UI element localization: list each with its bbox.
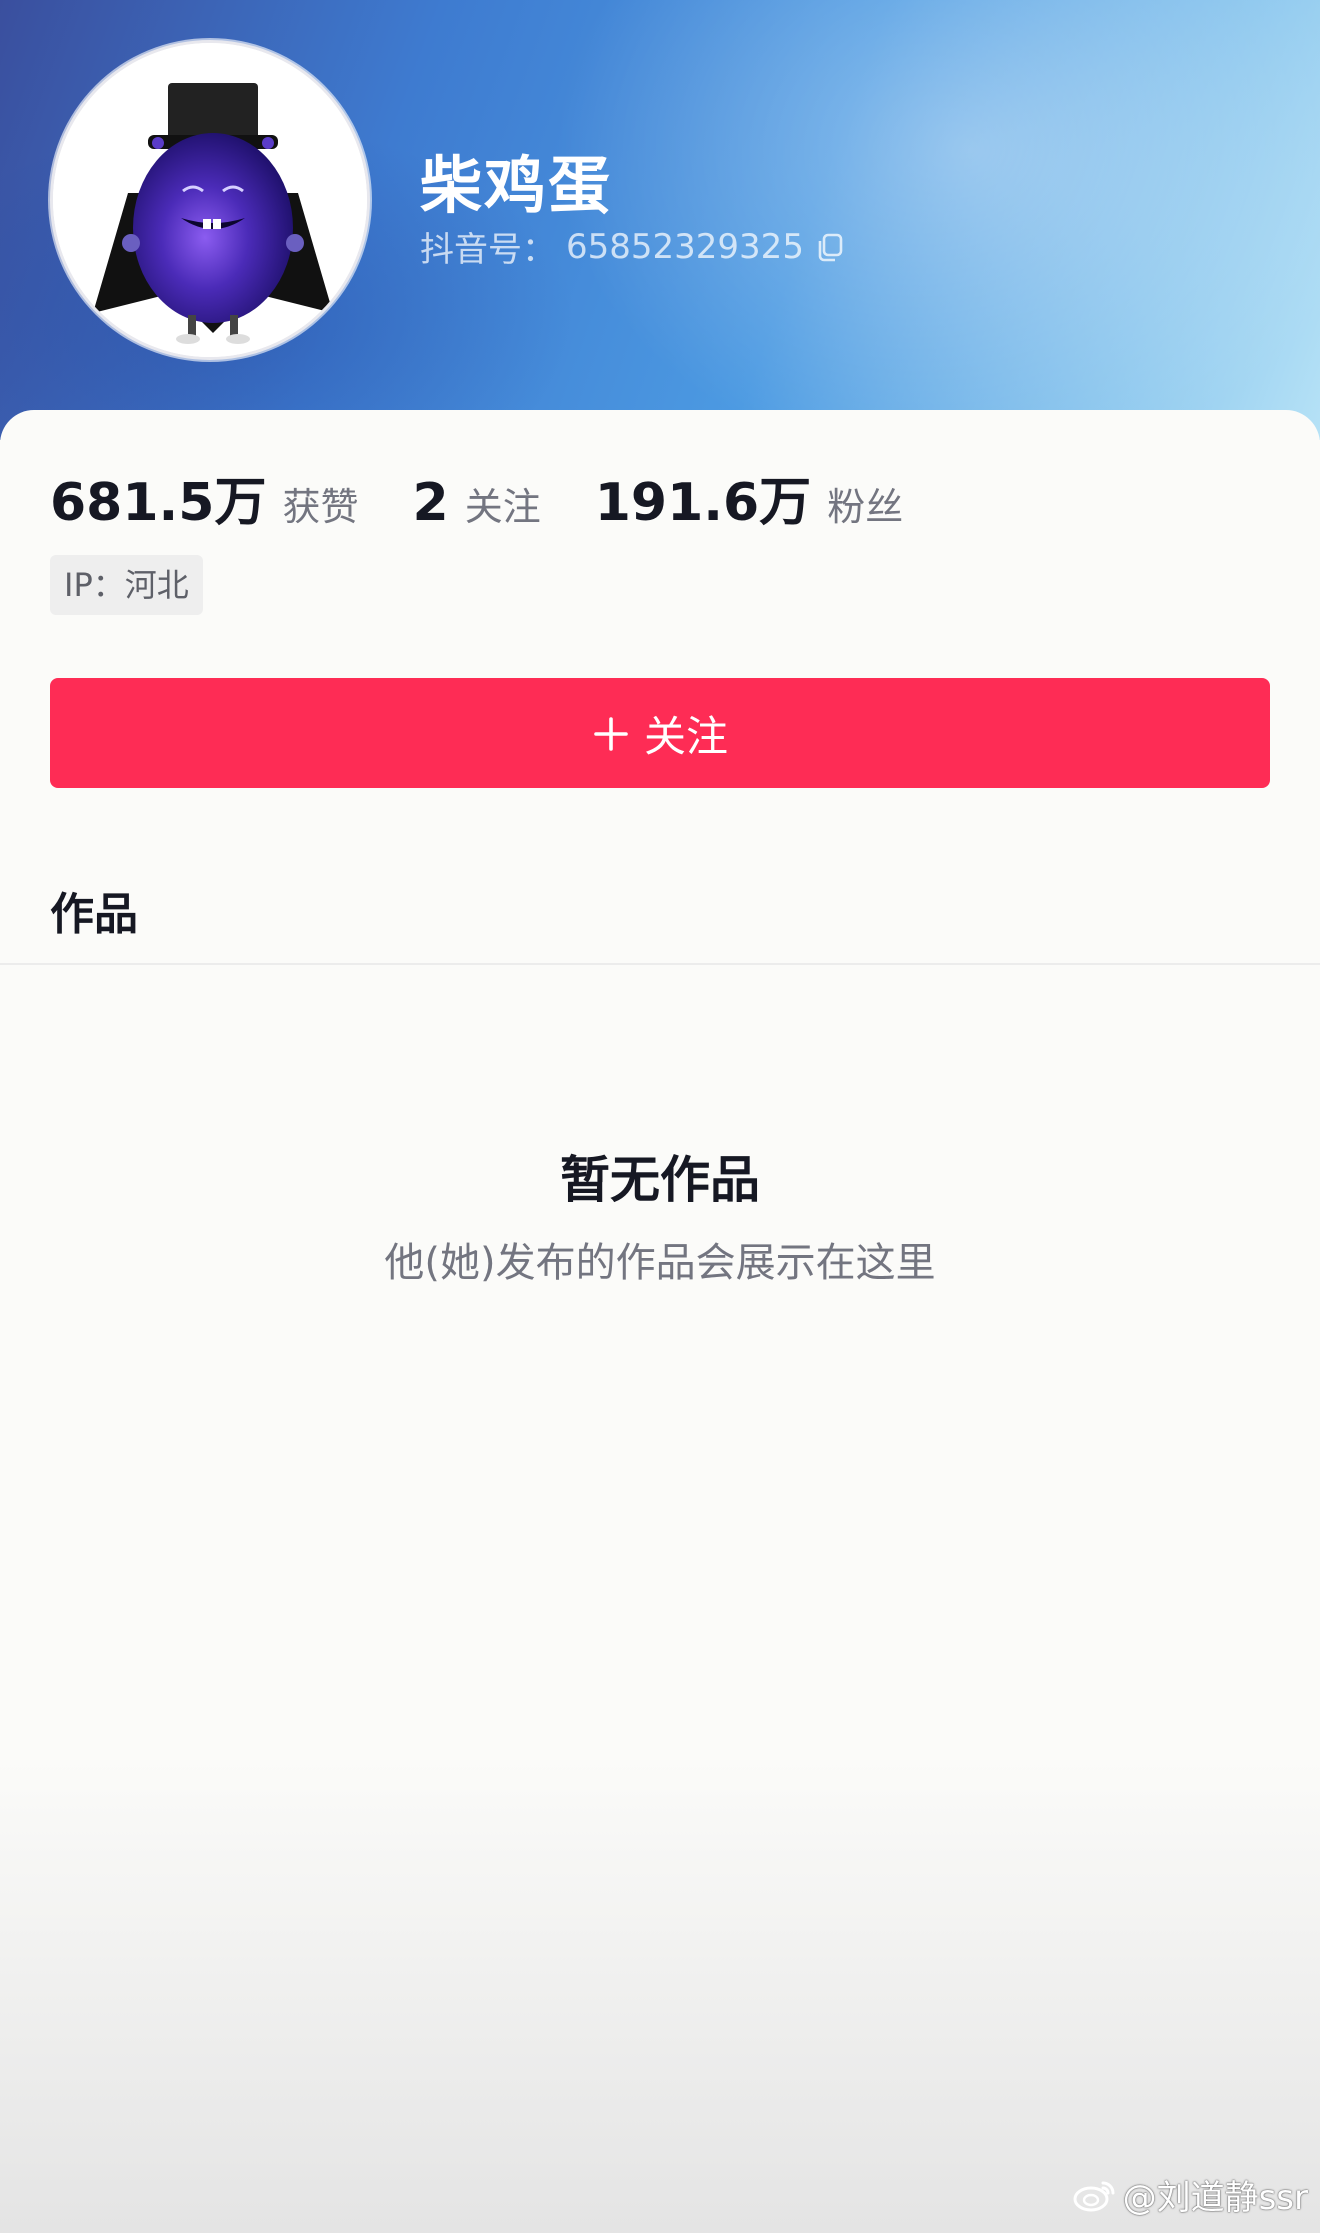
ip-location-tag: IP：河北 (50, 555, 203, 615)
avatar[interactable] (50, 40, 370, 360)
douyin-id-value: 65852329325 (566, 226, 804, 267)
profile-nickname: 柴鸡蛋 (420, 149, 613, 222)
avatar-character-image (53, 43, 367, 357)
follow-button-label: 关注 (643, 711, 728, 761)
followers-count: 191.6万 (594, 473, 812, 533)
likes-label: 获赞 (282, 485, 359, 529)
likes-count: 681.5万 (50, 473, 267, 533)
stat-followers[interactable]: 191.6万 粉丝 (595, 460, 904, 535)
stats-row: 681.5万 获赞 2 关注 191.6万 粉丝 (50, 460, 957, 535)
weibo-icon (1073, 2177, 1117, 2213)
tab-divider (0, 963, 1320, 965)
bottom-fade (0, 1760, 1320, 2233)
watermark: @刘道静ssr (1073, 2170, 1308, 2219)
copy-icon[interactable] (814, 231, 846, 263)
following-count: 2 (412, 473, 449, 533)
plus-icon (592, 714, 630, 752)
watermark-text: @刘道静ssr (1122, 2178, 1308, 2218)
following-label: 关注 (464, 485, 541, 529)
profile-header: 柴鸡蛋 抖音号： 65852329325 (0, 0, 1320, 440)
tab-works[interactable]: 作品 (50, 878, 138, 942)
follow-button[interactable]: 关注 (50, 678, 1270, 788)
stat-following[interactable]: 2 关注 (413, 473, 541, 533)
empty-state-title: 暂无作品 (560, 1151, 760, 1209)
stat-likes: 681.5万 获赞 (50, 460, 359, 535)
douyin-id-label: 抖音号： (420, 230, 556, 270)
followers-label: 粉丝 (827, 485, 904, 529)
douyin-id-row: 抖音号： 65852329325 (420, 222, 846, 271)
empty-state-subtitle: 他(她)发布的作品会展示在这里 (384, 1240, 936, 1286)
